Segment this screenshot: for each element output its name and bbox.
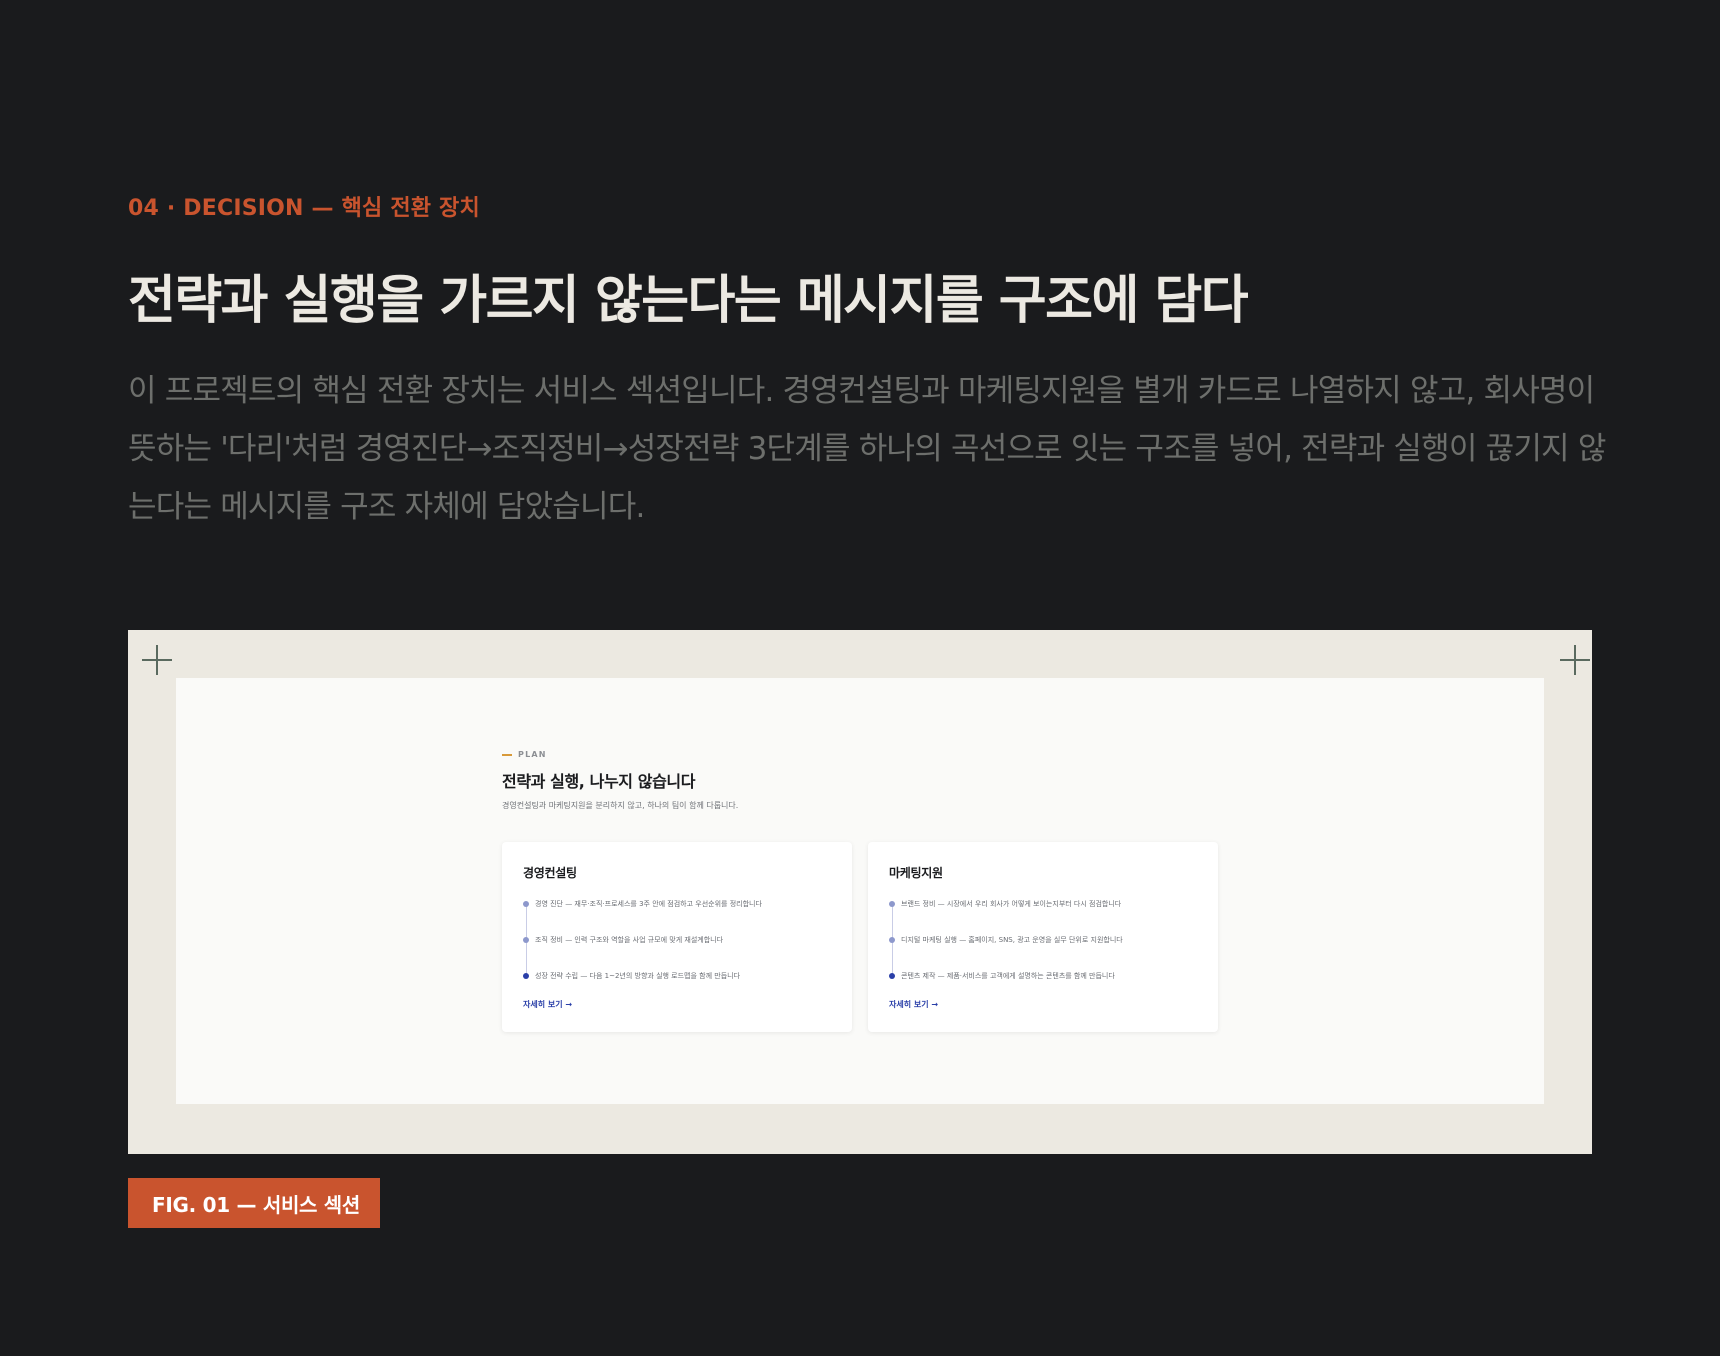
step-dot-icon	[889, 973, 895, 979]
card-steps: 브랜드 정비 — 시장에서 우리 회사가 어떻게 보이는지부터 다시 점검합니다…	[889, 898, 1209, 980]
card-detail-link[interactable]: 자세히 보기 →	[889, 999, 938, 1010]
section-lead: 이 프로젝트의 핵심 전환 장치는 서비스 섹션입니다. 경영컨설팅과 마케팅지…	[128, 373, 1606, 525]
step-item: 조직 정비 — 인력 구조와 역할을 사업 규모에 맞게 재설계합니다	[523, 934, 723, 946]
card-steps: 경영 진단 — 재무·조직·프로세스를 3주 안에 점검하고 우선순위를 정리합…	[523, 898, 843, 980]
step-item: 콘텐츠 제작 — 제품·서비스를 고객에게 설명하는 콘텐츠를 함께 만듭니다	[889, 970, 1115, 982]
service-card-marketing: 마케팅지원 브랜드 정비 — 시장에서 우리 회사가 어떻게 보이는지부터 다시…	[868, 842, 1218, 1032]
step-text: 성장 전략 수립 — 다음 1~2년의 방향과 실행 로드맵을 함께 만듭니다	[535, 972, 741, 980]
card-title: 경영컨설팅	[523, 866, 577, 880]
section-eyebrow: 04 · DECISION — 핵심 전환 장치	[128, 196, 480, 221]
crosshair-icon	[142, 645, 172, 675]
screen-subtitle: 경영컨설팅과 마케팅지원을 분리하지 않고, 하나의 팀이 함께 다룹니다.	[502, 801, 739, 810]
screen-title: 전략과 실행, 나누지 않습니다	[502, 772, 696, 791]
service-card-consulting: 경영컨설팅 경영 진단 — 재무·조직·프로세스를 3주 안에 점검하고 우선순…	[502, 842, 852, 1032]
step-text: 디지털 마케팅 실행 — 홈페이지, SNS, 광고 운영을 실무 단위로 지원…	[901, 936, 1123, 944]
section-headline: 전략과 실행을 가르지 않는다는 메시지를 구조에 담다	[128, 271, 1249, 331]
step-text: 경영 진단 — 재무·조직·프로세스를 3주 안에 점검하고 우선순위를 정리합…	[535, 900, 762, 908]
figure-caption: FIG. 01 — 서비스 섹션	[128, 1178, 380, 1228]
crosshair-icon	[1560, 645, 1590, 675]
step-dot-icon	[889, 937, 895, 943]
step-text: 콘텐츠 제작 — 제품·서비스를 고객에게 설명하는 콘텐츠를 함께 만듭니다	[901, 972, 1115, 980]
tag-bar	[502, 753, 512, 756]
figure-frame: PLAN 전략과 실행, 나누지 않습니다 경영컨설팅과 마케팅지원을 분리하지…	[128, 630, 1592, 1154]
card-title: 마케팅지원	[889, 866, 943, 880]
step-item: 성장 전략 수립 — 다음 1~2년의 방향과 실행 로드맵을 함께 만듭니다	[523, 970, 740, 982]
step-item: 디지털 마케팅 실행 — 홈페이지, SNS, 광고 운영을 실무 단위로 지원…	[889, 934, 1123, 946]
website-screenshot: PLAN 전략과 실행, 나누지 않습니다 경영컨설팅과 마케팅지원을 분리하지…	[176, 678, 1544, 1104]
step-dot-icon	[523, 901, 529, 907]
card-detail-link[interactable]: 자세히 보기 →	[523, 999, 572, 1010]
plan-tag-label: PLAN	[518, 750, 547, 759]
step-item: 경영 진단 — 재무·조직·프로세스를 3주 안에 점검하고 우선순위를 정리합…	[523, 898, 762, 910]
step-item: 브랜드 정비 — 시장에서 우리 회사가 어떻게 보이는지부터 다시 점검합니다	[889, 898, 1121, 910]
step-dot-icon	[889, 901, 895, 907]
step-dot-icon	[523, 973, 529, 979]
step-dot-icon	[523, 937, 529, 943]
plan-tag: PLAN	[502, 750, 547, 759]
step-text: 브랜드 정비 — 시장에서 우리 회사가 어떻게 보이는지부터 다시 점검합니다	[901, 900, 1122, 908]
step-text: 조직 정비 — 인력 구조와 역할을 사업 규모에 맞게 재설계합니다	[535, 936, 724, 944]
